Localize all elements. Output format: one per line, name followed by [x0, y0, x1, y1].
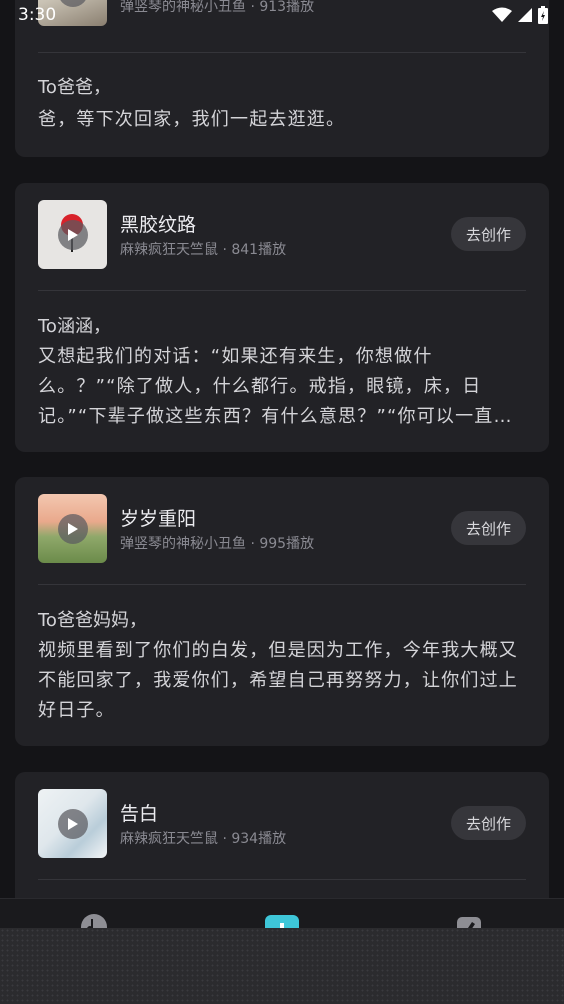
- card-4-meta: 麻辣疯狂天竺鼠 · 934播放: [120, 828, 286, 848]
- play-count: 841播放: [231, 242, 287, 258]
- card-3-title: 岁岁重阳: [120, 508, 197, 530]
- message-recipient: To爸爸妈妈，: [38, 610, 147, 631]
- bottom-nav: [0, 898, 564, 928]
- divider: [38, 879, 526, 880]
- edit-icon[interactable]: [455, 915, 483, 928]
- status-bar: 3:30: [0, 0, 564, 30]
- card-2[interactable]: 黑胶纹路 麻辣疯狂天竺鼠 · 841播放 去创作 To涵涵， 又想起我们的对话：…: [15, 183, 549, 452]
- divider: [38, 290, 526, 291]
- music-note-icon[interactable]: [80, 913, 108, 928]
- status-icons: [492, 6, 548, 24]
- divider: [38, 584, 526, 585]
- card-2-thumbnail[interactable]: [38, 200, 107, 269]
- author-name: 弹竖琴的神秘小丑鱼: [120, 536, 246, 552]
- card-2-header: 黑胶纹路 麻辣疯狂天竺鼠 · 841播放 去创作: [38, 200, 526, 270]
- card-3-thumbnail[interactable]: [38, 494, 107, 563]
- card-4[interactable]: 告白 麻辣疯狂天竺鼠 · 934播放 去创作: [15, 772, 549, 898]
- play-icon[interactable]: [58, 514, 88, 544]
- meta-separator: ·: [218, 242, 232, 258]
- wifi-icon: [492, 7, 512, 22]
- play-icon[interactable]: [58, 809, 88, 839]
- play-icon[interactable]: [58, 220, 88, 250]
- card-4-header: 告白 麻辣疯狂天竺鼠 · 934播放 去创作: [38, 789, 526, 859]
- create-button[interactable]: 去创作: [451, 806, 526, 840]
- plus-icon[interactable]: [265, 915, 299, 928]
- card-4-thumbnail[interactable]: [38, 789, 107, 858]
- card-4-title: 告白: [120, 803, 159, 825]
- feed-list[interactable]: 弹竖琴的神秘小丑鱼 · 913播放 去创作 To爸爸， 爸，等下次回家，我们一起…: [0, 0, 564, 898]
- meta-separator: ·: [246, 536, 260, 552]
- battery-icon: [538, 6, 548, 24]
- message-text: 视频里看到了你们的白发，但是因为工作，今年我大概又不能回家了，我爱你们，希望自己…: [38, 640, 518, 721]
- play-count: 995播放: [259, 536, 315, 552]
- background-texture: [0, 928, 564, 1004]
- signal-icon: [518, 8, 532, 22]
- card-2-meta: 麻辣疯狂天竺鼠 · 841播放: [120, 239, 286, 259]
- message-recipient: To爸爸，: [38, 77, 111, 98]
- card-2-title: 黑胶纹路: [120, 214, 197, 236]
- author-name: 麻辣疯狂天竺鼠: [120, 242, 218, 258]
- message-recipient: To涵涵，: [38, 316, 111, 337]
- play-count: 934播放: [231, 831, 287, 847]
- message-text: 又想起我们的对话：“如果还有来生，你想做什么。？”“除了做人，什么都行。戒指，眼…: [38, 346, 513, 427]
- card-3-meta: 弹竖琴的神秘小丑鱼 · 995播放: [120, 533, 314, 553]
- meta-separator: ·: [218, 831, 232, 847]
- create-button[interactable]: 去创作: [451, 217, 526, 251]
- message-text: 爸，等下次回家，我们一起去逛逛。: [38, 109, 346, 130]
- card-3[interactable]: 岁岁重阳 弹竖琴的神秘小丑鱼 · 995播放 去创作 To爸爸妈妈， 视频里看到…: [15, 477, 549, 746]
- divider: [38, 52, 526, 53]
- status-time: 3:30: [18, 5, 57, 25]
- author-name: 麻辣疯狂天竺鼠: [120, 831, 218, 847]
- create-button[interactable]: 去创作: [451, 511, 526, 545]
- card-3-header: 岁岁重阳 弹竖琴的神秘小丑鱼 · 995播放 去创作: [38, 494, 526, 564]
